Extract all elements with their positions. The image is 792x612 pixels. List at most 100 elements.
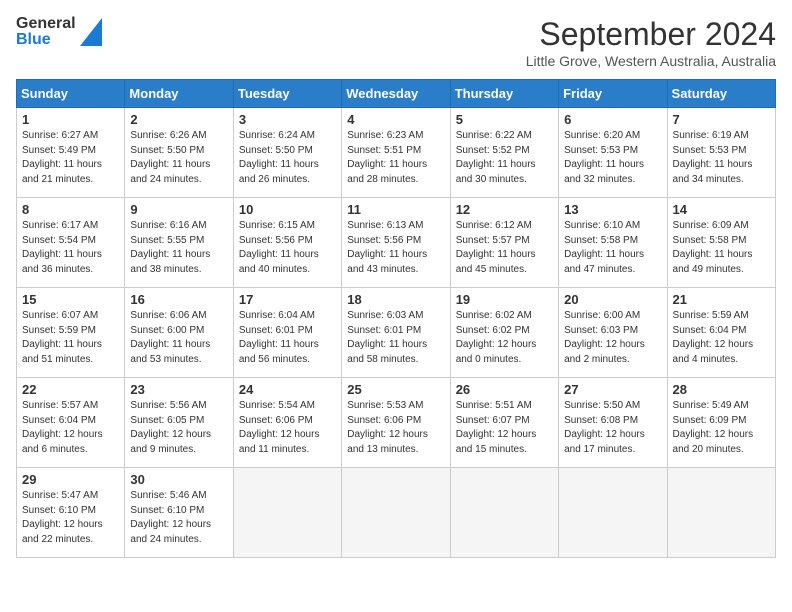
day-info: Sunrise: 5:51 AMSunset: 6:07 PMDaylight:… — [456, 399, 553, 457]
calendar-week-row: 1 Sunrise: 6:27 AMSunset: 5:49 PMDayligh… — [17, 108, 776, 198]
day-info: Sunrise: 6:20 AMSunset: 5:53 PMDaylight:… — [564, 129, 661, 187]
calendar-cell: 22 Sunrise: 5:57 AMSunset: 6:04 PMDaylig… — [17, 378, 125, 468]
day-number: 14 — [673, 202, 770, 217]
day-number: 2 — [130, 112, 227, 127]
calendar-cell: 5 Sunrise: 6:22 AMSunset: 5:52 PMDayligh… — [450, 108, 558, 198]
calendar-header-wednesday: Wednesday — [342, 80, 450, 108]
day-number: 23 — [130, 382, 227, 397]
day-number: 10 — [239, 202, 336, 217]
logo-blue: Blue — [16, 32, 76, 48]
day-info: Sunrise: 6:07 AMSunset: 5:59 PMDaylight:… — [22, 309, 119, 367]
calendar-cell: 6 Sunrise: 6:20 AMSunset: 5:53 PMDayligh… — [559, 108, 667, 198]
day-info: Sunrise: 6:19 AMSunset: 5:53 PMDaylight:… — [673, 129, 770, 187]
day-number: 30 — [130, 472, 227, 487]
calendar-cell: 8 Sunrise: 6:17 AMSunset: 5:54 PMDayligh… — [17, 198, 125, 288]
logo: General Blue — [16, 16, 102, 48]
day-number: 5 — [456, 112, 553, 127]
day-info: Sunrise: 6:16 AMSunset: 5:55 PMDaylight:… — [130, 219, 227, 277]
calendar-cell: 24 Sunrise: 5:54 AMSunset: 6:06 PMDaylig… — [233, 378, 341, 468]
calendar-cell: 21 Sunrise: 5:59 AMSunset: 6:04 PMDaylig… — [667, 288, 775, 378]
day-info: Sunrise: 6:13 AMSunset: 5:56 PMDaylight:… — [347, 219, 444, 277]
calendar-week-row: 8 Sunrise: 6:17 AMSunset: 5:54 PMDayligh… — [17, 198, 776, 288]
day-info: Sunrise: 5:59 AMSunset: 6:04 PMDaylight:… — [673, 309, 770, 367]
day-number: 8 — [22, 202, 119, 217]
calendar-cell: 28 Sunrise: 5:49 AMSunset: 6:09 PMDaylig… — [667, 378, 775, 468]
calendar-cell: 4 Sunrise: 6:23 AMSunset: 5:51 PMDayligh… — [342, 108, 450, 198]
calendar-cell: 3 Sunrise: 6:24 AMSunset: 5:50 PMDayligh… — [233, 108, 341, 198]
month-title: September 2024 — [526, 16, 776, 53]
day-info: Sunrise: 6:02 AMSunset: 6:02 PMDaylight:… — [456, 309, 553, 367]
day-info: Sunrise: 5:46 AMSunset: 6:10 PMDaylight:… — [130, 489, 227, 547]
calendar-cell: 11 Sunrise: 6:13 AMSunset: 5:56 PMDaylig… — [342, 198, 450, 288]
day-info: Sunrise: 6:24 AMSunset: 5:50 PMDaylight:… — [239, 129, 336, 187]
calendar-cell: 14 Sunrise: 6:09 AMSunset: 5:58 PMDaylig… — [667, 198, 775, 288]
day-info: Sunrise: 6:06 AMSunset: 6:00 PMDaylight:… — [130, 309, 227, 367]
day-number: 24 — [239, 382, 336, 397]
calendar-cell: 16 Sunrise: 6:06 AMSunset: 6:00 PMDaylig… — [125, 288, 233, 378]
day-number: 12 — [456, 202, 553, 217]
day-number: 11 — [347, 202, 444, 217]
calendar-week-row: 22 Sunrise: 5:57 AMSunset: 6:04 PMDaylig… — [17, 378, 776, 468]
day-info: Sunrise: 5:53 AMSunset: 6:06 PMDaylight:… — [347, 399, 444, 457]
day-info: Sunrise: 5:49 AMSunset: 6:09 PMDaylight:… — [673, 399, 770, 457]
calendar-cell: 15 Sunrise: 6:07 AMSunset: 5:59 PMDaylig… — [17, 288, 125, 378]
day-number: 19 — [456, 292, 553, 307]
calendar-header-row: SundayMondayTuesdayWednesdayThursdayFrid… — [17, 80, 776, 108]
calendar-cell: 25 Sunrise: 5:53 AMSunset: 6:06 PMDaylig… — [342, 378, 450, 468]
calendar-cell: 19 Sunrise: 6:02 AMSunset: 6:02 PMDaylig… — [450, 288, 558, 378]
calendar-cell — [559, 468, 667, 558]
day-info: Sunrise: 6:15 AMSunset: 5:56 PMDaylight:… — [239, 219, 336, 277]
calendar-cell — [450, 468, 558, 558]
day-number: 20 — [564, 292, 661, 307]
day-info: Sunrise: 6:03 AMSunset: 6:01 PMDaylight:… — [347, 309, 444, 367]
calendar-cell: 27 Sunrise: 5:50 AMSunset: 6:08 PMDaylig… — [559, 378, 667, 468]
logo-shape — [80, 18, 102, 46]
day-number: 17 — [239, 292, 336, 307]
day-info: Sunrise: 6:27 AMSunset: 5:49 PMDaylight:… — [22, 129, 119, 187]
day-number: 3 — [239, 112, 336, 127]
calendar-cell: 12 Sunrise: 6:12 AMSunset: 5:57 PMDaylig… — [450, 198, 558, 288]
logo-general: General — [16, 16, 76, 32]
calendar-header-tuesday: Tuesday — [233, 80, 341, 108]
day-info: Sunrise: 5:57 AMSunset: 6:04 PMDaylight:… — [22, 399, 119, 457]
calendar-table: SundayMondayTuesdayWednesdayThursdayFrid… — [16, 79, 776, 558]
calendar-cell — [342, 468, 450, 558]
calendar-cell: 23 Sunrise: 5:56 AMSunset: 6:05 PMDaylig… — [125, 378, 233, 468]
day-info: Sunrise: 5:47 AMSunset: 6:10 PMDaylight:… — [22, 489, 119, 547]
calendar-cell: 9 Sunrise: 6:16 AMSunset: 5:55 PMDayligh… — [125, 198, 233, 288]
calendar-cell: 13 Sunrise: 6:10 AMSunset: 5:58 PMDaylig… — [559, 198, 667, 288]
calendar-header-thursday: Thursday — [450, 80, 558, 108]
calendar-header-friday: Friday — [559, 80, 667, 108]
calendar-header-monday: Monday — [125, 80, 233, 108]
day-number: 1 — [22, 112, 119, 127]
day-number: 27 — [564, 382, 661, 397]
day-number: 28 — [673, 382, 770, 397]
calendar-cell: 30 Sunrise: 5:46 AMSunset: 6:10 PMDaylig… — [125, 468, 233, 558]
calendar-cell: 17 Sunrise: 6:04 AMSunset: 6:01 PMDaylig… — [233, 288, 341, 378]
day-number: 4 — [347, 112, 444, 127]
day-info: Sunrise: 6:10 AMSunset: 5:58 PMDaylight:… — [564, 219, 661, 277]
day-info: Sunrise: 5:56 AMSunset: 6:05 PMDaylight:… — [130, 399, 227, 457]
day-number: 18 — [347, 292, 444, 307]
calendar-week-row: 29 Sunrise: 5:47 AMSunset: 6:10 PMDaylig… — [17, 468, 776, 558]
calendar-cell — [233, 468, 341, 558]
calendar-header-sunday: Sunday — [17, 80, 125, 108]
day-info: Sunrise: 5:54 AMSunset: 6:06 PMDaylight:… — [239, 399, 336, 457]
calendar-cell: 2 Sunrise: 6:26 AMSunset: 5:50 PMDayligh… — [125, 108, 233, 198]
calendar-week-row: 15 Sunrise: 6:07 AMSunset: 5:59 PMDaylig… — [17, 288, 776, 378]
day-number: 29 — [22, 472, 119, 487]
day-info: Sunrise: 6:23 AMSunset: 5:51 PMDaylight:… — [347, 129, 444, 187]
day-info: Sunrise: 6:17 AMSunset: 5:54 PMDaylight:… — [22, 219, 119, 277]
day-info: Sunrise: 5:50 AMSunset: 6:08 PMDaylight:… — [564, 399, 661, 457]
calendar-cell: 7 Sunrise: 6:19 AMSunset: 5:53 PMDayligh… — [667, 108, 775, 198]
location: Little Grove, Western Australia, Austral… — [526, 53, 776, 69]
calendar-cell: 29 Sunrise: 5:47 AMSunset: 6:10 PMDaylig… — [17, 468, 125, 558]
day-number: 21 — [673, 292, 770, 307]
day-number: 26 — [456, 382, 553, 397]
page-header: General Blue September 2024 Little Grove… — [16, 16, 776, 69]
day-number: 13 — [564, 202, 661, 217]
day-info: Sunrise: 6:04 AMSunset: 6:01 PMDaylight:… — [239, 309, 336, 367]
day-number: 7 — [673, 112, 770, 127]
day-number: 22 — [22, 382, 119, 397]
day-info: Sunrise: 6:09 AMSunset: 5:58 PMDaylight:… — [673, 219, 770, 277]
